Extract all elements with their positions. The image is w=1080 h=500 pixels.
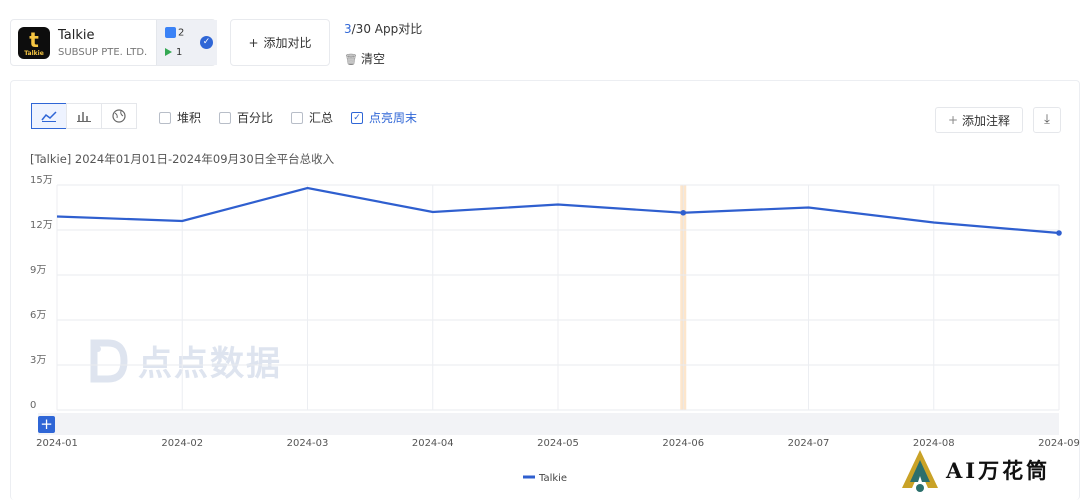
y-tick-label: 6万 (30, 310, 46, 321)
x-tick-label: 2024-02 (161, 438, 203, 449)
y-tick-label: 3万 (30, 355, 46, 366)
x-tick-label: 2024-06 (662, 438, 704, 449)
brand-text: AI万花筒 (946, 458, 1051, 483)
y-tick-label: 15万 (30, 175, 53, 186)
y-tick-label: 0 (30, 400, 36, 411)
legend-label: Talkie (538, 473, 567, 484)
y-tick-label: 12万 (30, 220, 53, 231)
x-tick-label: 2024-04 (412, 438, 454, 449)
brand-mark: AI万花筒 (900, 448, 1050, 492)
range-slider-track (38, 413, 1059, 435)
line-chart: 0 3万 6万 9万 12万 15万 2024-01 2024-02 2024-03 2024-0… (30, 175, 1080, 484)
x-tick-label: 2024-01 (36, 438, 78, 449)
x-tick-label: 2024-07 (788, 438, 830, 449)
x-tick-label: 2024-05 (537, 438, 579, 449)
y-tick-label: 9万 (30, 265, 46, 276)
brand-logo-icon (902, 450, 938, 492)
data-point (1056, 230, 1062, 236)
x-tick-label: 2024-03 (287, 438, 329, 449)
data-point (680, 209, 687, 216)
range-expand-button[interactable]: + (38, 416, 55, 433)
